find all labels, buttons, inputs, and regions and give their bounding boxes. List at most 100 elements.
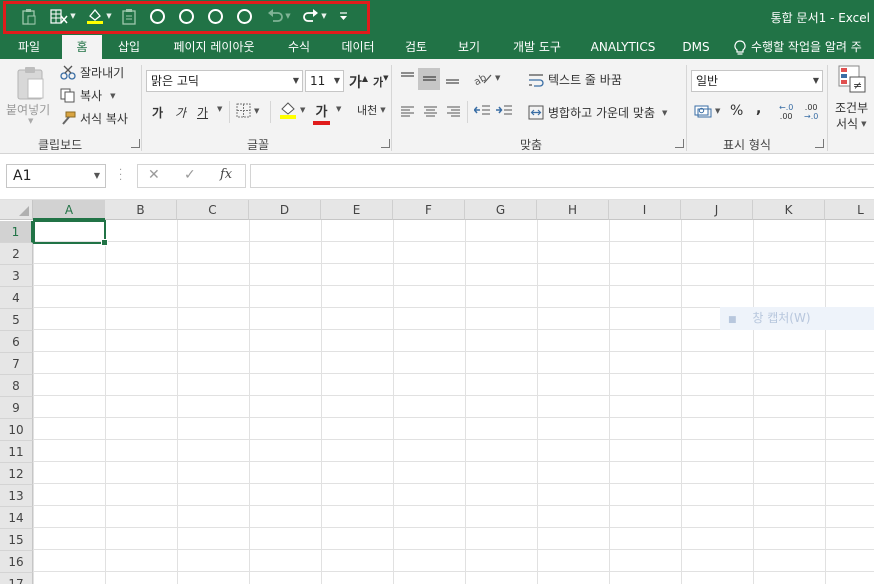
formula-input[interactable] xyxy=(250,164,874,188)
grow-font-button[interactable]: 가 ▲ xyxy=(349,72,368,92)
customize-qat-icon[interactable] xyxy=(336,6,350,26)
italic-button[interactable]: 가 xyxy=(175,104,186,121)
column-header-g[interactable]: G xyxy=(465,200,537,220)
increase-decimal-button[interactable]: ←.0 .00 xyxy=(779,103,793,121)
align-center-button[interactable] xyxy=(423,105,438,118)
column-header-c[interactable]: C xyxy=(177,200,249,220)
enter-icon[interactable]: ✓ xyxy=(184,167,196,183)
underline-button[interactable]: 가 xyxy=(197,104,208,121)
font-name-select[interactable]: 맑은 고딕 ▼ xyxy=(146,70,303,92)
number-launcher-icon[interactable] xyxy=(815,139,824,148)
alignment-launcher-icon[interactable] xyxy=(675,139,684,148)
clipboard-icon[interactable] xyxy=(120,6,138,26)
fill-color-button[interactable]: ▼ xyxy=(279,101,305,119)
name-box[interactable]: A1 ▼ xyxy=(6,164,106,188)
column-header-e[interactable]: E xyxy=(321,200,393,220)
decrease-indent-button[interactable] xyxy=(474,104,491,118)
circle-icon[interactable] xyxy=(235,6,253,26)
row-header-12[interactable]: 12 xyxy=(0,463,33,485)
align-bottom-button[interactable] xyxy=(445,71,460,85)
tab-developer[interactable]: 개발 도구 xyxy=(502,35,572,59)
conditional-formatting-label-1[interactable]: 조건부 xyxy=(835,99,868,116)
cancel-icon[interactable]: ✕ xyxy=(148,167,160,183)
paste-button-label[interactable]: 붙여넣기 xyxy=(6,101,50,118)
insert-function-icon[interactable]: fx xyxy=(220,167,232,182)
format-cells-icon[interactable]: ▼ xyxy=(48,6,78,26)
decrease-decimal-button[interactable]: .00 →.0 xyxy=(804,103,818,121)
tab-insert[interactable]: 삽입 xyxy=(108,35,150,59)
row-header-9[interactable]: 9 xyxy=(0,397,33,419)
column-header-i[interactable]: I xyxy=(609,200,681,220)
font-color-button[interactable]: 가 xyxy=(313,101,330,125)
row-header-7[interactable]: 7 xyxy=(0,353,33,375)
tab-file[interactable]: 파일 xyxy=(5,35,53,59)
borders-button[interactable]: ▼ xyxy=(236,103,259,118)
column-header-k[interactable]: K xyxy=(753,200,825,220)
tab-analytics[interactable]: ANALYTICS xyxy=(584,35,662,59)
tab-review[interactable]: 검토 xyxy=(395,35,437,59)
tab-dms[interactable]: DMS xyxy=(674,35,718,59)
tab-home[interactable]: 홈 xyxy=(62,35,102,59)
phonetic-button[interactable]: 내천 ▼ xyxy=(357,102,386,118)
active-cell-a1[interactable] xyxy=(33,220,108,246)
fill-color-icon[interactable]: ▼ xyxy=(84,6,114,26)
orientation-button[interactable]: ab ▼ xyxy=(474,70,500,86)
row-header-3[interactable]: 3 xyxy=(0,265,33,287)
merge-center-button[interactable]: 병합하고 가운데 맞춤 ▼ xyxy=(528,104,667,121)
undo-icon[interactable]: ▼ xyxy=(264,6,294,26)
percent-button[interactable]: % xyxy=(730,103,743,119)
column-header-a[interactable]: A xyxy=(33,200,106,220)
paste-special-icon[interactable] xyxy=(20,6,38,26)
circle-icon[interactable] xyxy=(148,6,166,26)
tab-view[interactable]: 보기 xyxy=(448,35,490,59)
number-format-select[interactable]: 일반 ▼ xyxy=(691,70,823,92)
formula-bar-grip-icon[interactable]: · · · xyxy=(119,166,122,186)
cut-button[interactable]: 잘라내기 xyxy=(60,64,124,81)
row-header-2[interactable]: 2 xyxy=(0,243,33,265)
font-launcher-icon[interactable] xyxy=(381,139,390,148)
column-header-j[interactable]: J xyxy=(681,200,753,220)
row-header-6[interactable]: 6 xyxy=(0,331,33,353)
font-color-dropdown-caret[interactable]: ▼ xyxy=(333,105,341,113)
circle-icon[interactable] xyxy=(206,6,224,26)
column-header-b[interactable]: B xyxy=(105,200,177,220)
copy-button[interactable]: 복사 ▼ xyxy=(60,87,115,104)
conditional-formatting-label-2[interactable]: 서식 ▼ xyxy=(836,115,866,132)
row-header-14[interactable]: 14 xyxy=(0,507,33,529)
tab-page-layout[interactable]: 페이지 레이아웃 xyxy=(160,35,268,59)
tab-data[interactable]: 데이터 xyxy=(331,35,385,59)
row-header-1[interactable]: 1 xyxy=(0,221,33,243)
wrap-text-button[interactable]: 텍스트 줄 바꿈 xyxy=(528,71,622,88)
clipboard-launcher-icon[interactable] xyxy=(131,139,140,148)
cell-area[interactable] xyxy=(33,220,874,584)
column-header-h[interactable]: H xyxy=(537,200,609,220)
align-top-button[interactable] xyxy=(400,71,415,85)
redo-icon[interactable]: ▼ xyxy=(300,6,330,26)
select-all-button[interactable] xyxy=(0,200,33,220)
row-header-10[interactable]: 10 xyxy=(0,419,33,441)
paste-icon[interactable] xyxy=(14,65,46,101)
circle-icon[interactable] xyxy=(177,6,195,26)
row-header-5[interactable]: 5 xyxy=(0,309,33,331)
align-right-button[interactable] xyxy=(446,105,461,118)
align-middle-button[interactable] xyxy=(418,68,440,90)
row-header-8[interactable]: 8 xyxy=(0,375,33,397)
accounting-format-button[interactable]: ▼ xyxy=(694,104,720,118)
column-header-f[interactable]: F xyxy=(393,200,465,220)
shrink-font-button[interactable]: 가 ▼ xyxy=(373,74,389,90)
conditional-formatting-icon[interactable]: ≠ xyxy=(838,65,866,93)
bold-button[interactable]: 가 xyxy=(152,104,163,121)
column-header-d[interactable]: D xyxy=(249,200,321,220)
comma-button[interactable]: , xyxy=(756,101,761,117)
row-header-4[interactable]: 4 xyxy=(0,287,33,309)
row-header-17[interactable]: 17 xyxy=(0,573,33,584)
underline-dropdown-caret[interactable]: ▼ xyxy=(214,105,222,113)
column-header-l[interactable]: L xyxy=(825,200,874,220)
row-header-15[interactable]: 15 xyxy=(0,529,33,551)
row-header-11[interactable]: 11 xyxy=(0,441,33,463)
font-size-select[interactable]: 11 ▼ xyxy=(305,70,344,92)
row-header-13[interactable]: 13 xyxy=(0,485,33,507)
increase-indent-button[interactable] xyxy=(496,104,513,118)
row-header-16[interactable]: 16 xyxy=(0,551,33,573)
paste-dropdown-caret[interactable]: ▼ xyxy=(28,117,33,125)
